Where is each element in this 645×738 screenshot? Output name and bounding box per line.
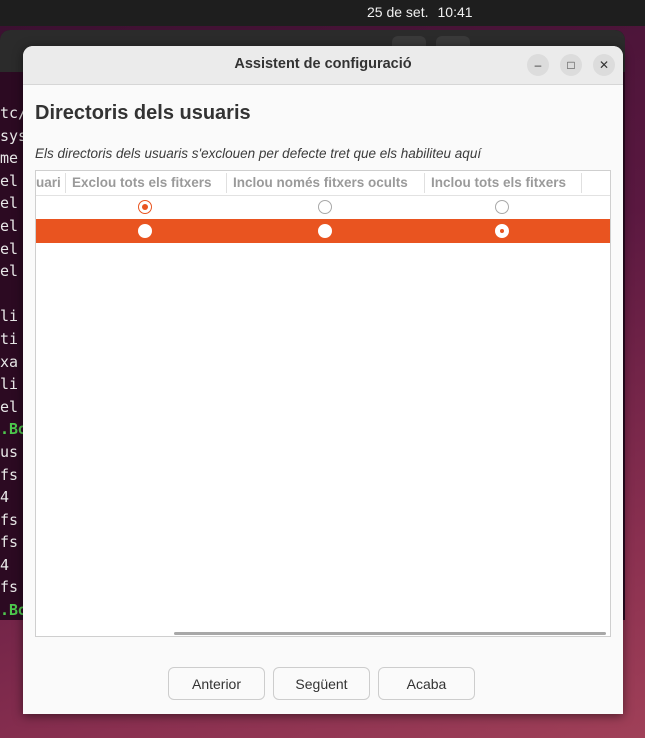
exclude-all-radio[interactable] bbox=[138, 200, 152, 214]
column-header-user[interactable]: uari bbox=[36, 175, 61, 190]
top-bar: 25 de set. 10:41 bbox=[0, 0, 645, 26]
column-divider bbox=[424, 173, 425, 193]
date-label: 25 de set. bbox=[367, 4, 429, 20]
table-header: uari Exclou tots els fitxers Inclou nomé… bbox=[36, 171, 610, 196]
column-header-include-hidden[interactable]: Inclou només fitxers ocults bbox=[233, 175, 408, 190]
setup-assistant-dialog: Assistent de configuració – □ ✕ Director… bbox=[23, 46, 623, 714]
maximize-button[interactable]: □ bbox=[560, 54, 582, 76]
table-row[interactable] bbox=[36, 219, 610, 243]
page-title: Directoris dels usuaris bbox=[35, 102, 251, 124]
include-hidden-radio[interactable] bbox=[318, 224, 332, 238]
include-hidden-radio[interactable] bbox=[318, 200, 332, 214]
column-header-include-all[interactable]: Inclou tots els fitxers bbox=[431, 175, 566, 190]
minimize-button[interactable]: – bbox=[527, 54, 549, 76]
column-divider bbox=[581, 173, 582, 193]
clock[interactable]: 25 de set. 10:41 bbox=[367, 4, 482, 20]
previous-button[interactable]: Anterior bbox=[168, 667, 265, 700]
include-all-radio[interactable] bbox=[495, 200, 509, 214]
exclude-all-radio[interactable] bbox=[138, 224, 152, 238]
page-subtitle: Els directoris dels usuaris s'exclouen p… bbox=[35, 146, 482, 161]
finish-button[interactable]: Acaba bbox=[378, 667, 475, 700]
column-divider bbox=[65, 173, 66, 193]
horizontal-scrollbar[interactable] bbox=[174, 632, 606, 635]
column-header-exclude-all[interactable]: Exclou tots els fitxers bbox=[72, 175, 212, 190]
time-label: 10:41 bbox=[437, 4, 473, 20]
table-row[interactable] bbox=[36, 195, 610, 219]
close-button[interactable]: ✕ bbox=[593, 54, 615, 76]
next-button[interactable]: Següent bbox=[273, 667, 370, 700]
dialog-titlebar: Assistent de configuració – □ ✕ bbox=[23, 46, 623, 85]
include-all-radio[interactable] bbox=[495, 224, 509, 238]
user-directories-table[interactable]: uari Exclou tots els fitxers Inclou nomé… bbox=[35, 170, 611, 637]
column-divider bbox=[226, 173, 227, 193]
